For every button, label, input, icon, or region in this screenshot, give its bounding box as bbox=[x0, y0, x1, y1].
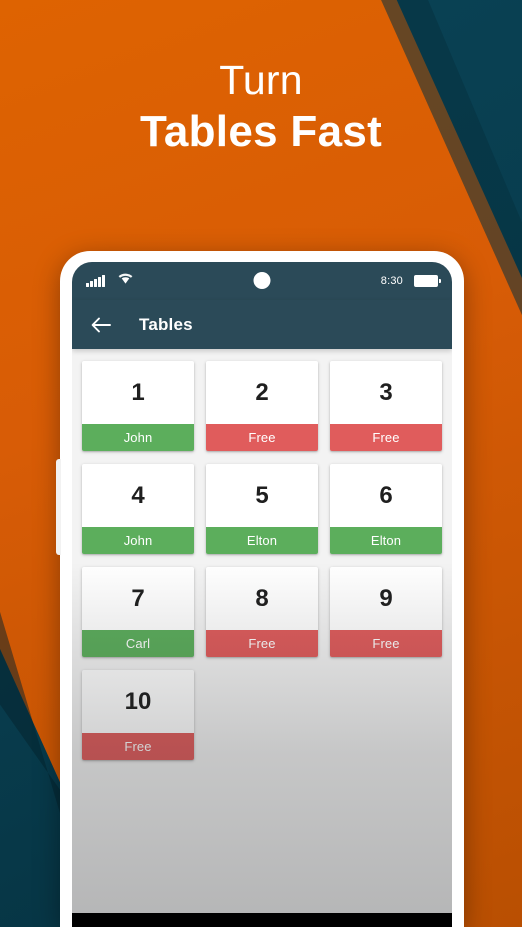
table-status-badge: Carl bbox=[82, 630, 194, 657]
table-status-badge: John bbox=[82, 424, 194, 451]
table-card[interactable]: 10 Free bbox=[82, 670, 194, 760]
status-bar: 8:30 bbox=[72, 262, 452, 300]
table-card[interactable]: 4 John bbox=[82, 464, 194, 554]
promo-screenshot: Turn Tables Fast 8:30 Tables 1 John 2 Fr… bbox=[0, 0, 522, 927]
table-status-badge: Free bbox=[206, 630, 318, 657]
front-camera-punch-hole bbox=[253, 272, 271, 289]
table-card[interactable]: 8 Free bbox=[206, 567, 318, 657]
tables-grid: 1 John 2 Free 3 Free 4 John 5 Elton 6 Elton 7 Carl 8 Fr… bbox=[82, 361, 442, 760]
status-bar-left bbox=[86, 272, 133, 290]
table-number: 6 bbox=[379, 481, 393, 509]
table-card[interactable]: 6 Elton bbox=[330, 464, 442, 554]
table-number: 3 bbox=[379, 378, 393, 406]
table-card[interactable]: 1 John bbox=[82, 361, 194, 451]
table-number: 5 bbox=[255, 481, 269, 509]
phone-screen: 8:30 Tables 1 John 2 Free 3 Free 4 John 5 Elton 6 E… bbox=[72, 262, 452, 927]
table-number: 10 bbox=[124, 687, 152, 715]
table-status-badge: Elton bbox=[206, 527, 318, 554]
status-bar-right: 8:30 bbox=[380, 275, 441, 287]
table-card[interactable]: 2 Free bbox=[206, 361, 318, 451]
table-number: 8 bbox=[255, 584, 269, 612]
page-title: Tables bbox=[139, 314, 193, 334]
table-card[interactable]: 7 Carl bbox=[82, 567, 194, 657]
signal-bars-icon bbox=[86, 275, 105, 287]
table-status-badge: Free bbox=[82, 733, 194, 760]
table-card[interactable]: 5 Elton bbox=[206, 464, 318, 554]
system-navigation-bar bbox=[72, 913, 452, 927]
table-status-badge: Elton bbox=[330, 527, 442, 554]
table-card[interactable]: 9 Free bbox=[330, 567, 442, 657]
table-number: 2 bbox=[255, 378, 269, 406]
table-status-badge: John bbox=[82, 527, 194, 554]
table-status-badge: Free bbox=[330, 424, 442, 451]
table-status-badge: Free bbox=[206, 424, 318, 451]
battery-full-icon bbox=[414, 275, 441, 287]
phone-mockup: 8:30 Tables 1 John 2 Free 3 Free 4 John 5 Elton 6 E… bbox=[56, 251, 464, 927]
status-bar-clock: 8:30 bbox=[380, 275, 403, 287]
table-number: 1 bbox=[131, 378, 145, 406]
wifi-icon bbox=[118, 272, 133, 290]
phone-volume-button[interactable] bbox=[56, 459, 61, 555]
table-number: 4 bbox=[131, 481, 145, 509]
app-bar: Tables bbox=[72, 300, 452, 349]
table-number: 7 bbox=[131, 584, 145, 612]
table-status-badge: Free bbox=[330, 630, 442, 657]
tables-screen-content: 1 John 2 Free 3 Free 4 John 5 Elton 6 Elton 7 Carl 8 Fr… bbox=[72, 349, 452, 927]
back-arrow-icon[interactable] bbox=[88, 312, 114, 338]
table-card[interactable]: 3 Free bbox=[330, 361, 442, 451]
table-number: 9 bbox=[379, 584, 393, 612]
